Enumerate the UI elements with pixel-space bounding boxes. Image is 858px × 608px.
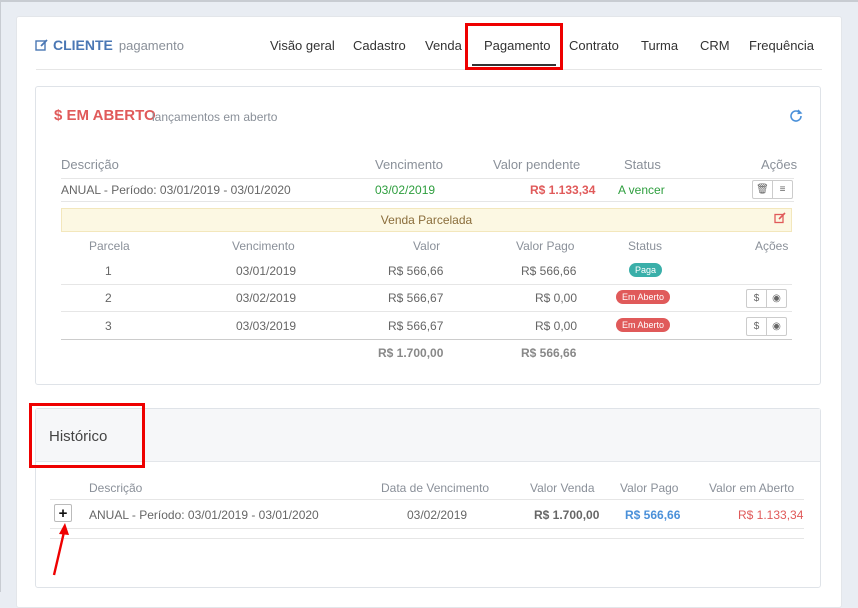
status-badge: Em Aberto bbox=[616, 318, 671, 332]
row-descricao: ANUAL - Período: 03/01/2019 - 03/01/2020 bbox=[61, 183, 291, 197]
table-divider bbox=[50, 499, 804, 500]
parcela-valor-pago: R$ 0,00 bbox=[535, 291, 578, 305]
parcela-actions: $ ◉ bbox=[746, 289, 787, 308]
row-actions: 🗑 ≡ bbox=[752, 180, 793, 199]
page-title: CLIENTE pagamento bbox=[35, 37, 184, 53]
parcela-valor-pago: R$ 0,00 bbox=[535, 319, 578, 333]
parcela-numero: 1 bbox=[105, 264, 112, 278]
parcela-col-status: Status bbox=[628, 239, 663, 253]
parcela-numero: 2 bbox=[105, 291, 112, 305]
parcela-valor: R$ 566,67 bbox=[388, 291, 444, 305]
trash-icon[interactable]: 🗑 bbox=[753, 181, 772, 198]
row-valor-pendente: R$ 1.133,34 bbox=[530, 183, 596, 197]
tab-cadastro[interactable]: Cadastro bbox=[353, 38, 406, 53]
hist-descricao: ANUAL - Período: 03/01/2019 - 03/01/2020 bbox=[89, 508, 319, 522]
total-valor: R$ 1.700,00 bbox=[378, 346, 444, 360]
hist-col-descricao: Descrição bbox=[89, 481, 143, 495]
tab-visao-geral[interactable]: Visão geral bbox=[270, 38, 335, 53]
em-aberto-title: $ EM ABERTO bbox=[54, 107, 156, 124]
dollar-icon[interactable]: $ bbox=[747, 318, 766, 335]
edit-icon[interactable] bbox=[774, 212, 786, 227]
hist-valor-pago: R$ 566,66 bbox=[625, 508, 681, 522]
highlight-box-historico bbox=[29, 403, 145, 468]
hist-vencimento: 03/02/2019 bbox=[407, 508, 468, 522]
parcela-valor: R$ 566,66 bbox=[388, 264, 444, 278]
table-divider bbox=[61, 311, 792, 312]
table-divider bbox=[61, 178, 794, 179]
table-divider bbox=[61, 339, 792, 340]
total-pago: R$ 566,66 bbox=[521, 346, 577, 360]
parcela-col-valor-pago: Valor Pago bbox=[516, 239, 575, 253]
arrow-icon bbox=[52, 523, 69, 576]
page-title-text: CLIENTE bbox=[53, 37, 113, 53]
edit-icon bbox=[35, 39, 48, 51]
em-aberto-subtitle: lançamentos em aberto bbox=[152, 110, 278, 124]
tab-frequencia[interactable]: Frequência bbox=[749, 38, 814, 53]
tab-crm[interactable]: CRM bbox=[700, 38, 730, 53]
cancel-icon[interactable]: ◉ bbox=[766, 318, 786, 335]
col-vencimento: Vencimento bbox=[375, 157, 443, 172]
status-badge: Paga bbox=[629, 263, 663, 277]
hist-valor-aberto: R$ 1.133,34 bbox=[738, 508, 804, 522]
parcela-numero: 3 bbox=[105, 319, 112, 333]
tab-contrato[interactable]: Contrato bbox=[569, 38, 619, 53]
parcela-vencimento: 03/01/2019 bbox=[236, 264, 297, 278]
parcela-col-acoes: Ações bbox=[755, 239, 789, 253]
row-status: A vencer bbox=[618, 183, 665, 197]
col-status: Status bbox=[624, 157, 661, 172]
table-divider bbox=[61, 201, 794, 202]
parcela-vencimento: 03/02/2019 bbox=[236, 291, 297, 305]
parcela-col-parcela: Parcela bbox=[89, 239, 130, 253]
table-divider bbox=[61, 284, 792, 285]
historico-header bbox=[36, 409, 820, 462]
tab-venda[interactable]: Venda bbox=[425, 38, 462, 53]
parcela-col-valor: Valor bbox=[413, 239, 441, 253]
refresh-icon[interactable] bbox=[789, 108, 803, 125]
page-subtitle: pagamento bbox=[118, 37, 184, 53]
table-divider bbox=[50, 538, 804, 539]
row-vencimento: 03/02/2019 bbox=[375, 183, 436, 197]
hist-valor-venda: R$ 1.700,00 bbox=[534, 508, 600, 522]
highlight-box-tab bbox=[465, 23, 563, 70]
hist-col-valor-aberto: Valor em Aberto bbox=[709, 481, 795, 495]
parcela-valor: R$ 566,67 bbox=[388, 319, 444, 333]
col-valor-pendente: Valor pendente bbox=[493, 157, 581, 172]
hist-col-vencimento: Data de Vencimento bbox=[381, 481, 490, 495]
parcela-col-vencimento: Vencimento bbox=[232, 239, 295, 253]
col-descricao: Descrição bbox=[61, 157, 119, 172]
hist-col-valor-pago: Valor Pago bbox=[620, 481, 679, 495]
sliders-icon[interactable]: ≡ bbox=[772, 181, 792, 198]
status-badge: Em Aberto bbox=[616, 290, 671, 304]
em-aberto-card bbox=[35, 86, 821, 385]
dollar-icon[interactable]: $ bbox=[747, 290, 766, 307]
cancel-icon[interactable]: ◉ bbox=[766, 290, 786, 307]
venda-parcelada-label: Venda Parcelada bbox=[380, 213, 473, 227]
parcela-actions: $ ◉ bbox=[746, 317, 787, 336]
table-divider bbox=[50, 528, 804, 529]
plus-icon: + bbox=[58, 504, 68, 522]
parcela-vencimento: 03/03/2019 bbox=[236, 319, 297, 333]
tab-turma[interactable]: Turma bbox=[641, 38, 678, 53]
col-acoes: Ações bbox=[761, 157, 798, 172]
parcela-valor-pago: R$ 566,66 bbox=[521, 264, 577, 278]
hist-col-valor-venda: Valor Venda bbox=[530, 481, 595, 495]
header-divider bbox=[36, 69, 822, 70]
